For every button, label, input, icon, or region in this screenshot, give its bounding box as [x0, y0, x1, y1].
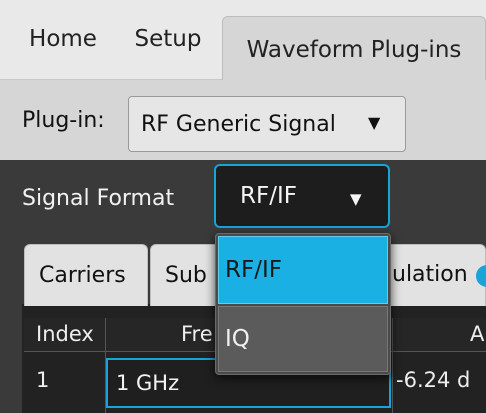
dropdown-option-iq[interactable]: IQ	[218, 306, 388, 372]
column-divider	[392, 318, 393, 413]
column-header-index[interactable]: Index	[36, 322, 94, 346]
tab-modulation-label[interactable]: ulation	[392, 262, 468, 287]
plugin-select[interactable]: RF Generic Signal	[128, 96, 406, 152]
tab-carriers[interactable]: Carriers	[24, 244, 148, 306]
chevron-down-icon[interactable]: ▼	[350, 190, 362, 208]
table-cell-amplitude[interactable]: -6.24 d	[396, 368, 486, 392]
tab-waveform-plug-ins[interactable]: Waveform Plug-ins	[222, 16, 486, 82]
table-cell-index: 1	[36, 368, 50, 392]
signal-format-select[interactable]: RF/IF	[214, 164, 390, 228]
tab-home[interactable]: Home	[8, 10, 118, 68]
column-header-amplitude[interactable]: A	[470, 322, 484, 346]
plugin-label: Plug-in:	[22, 108, 105, 133]
dropdown-option-rf-if[interactable]: RF/IF	[218, 236, 388, 304]
tab-setup[interactable]: Setup	[118, 10, 218, 68]
chevron-down-icon[interactable]: ▼	[368, 113, 380, 132]
column-header-frequency[interactable]: Fre	[181, 322, 213, 346]
signal-format-label: Signal Format	[22, 186, 175, 211]
